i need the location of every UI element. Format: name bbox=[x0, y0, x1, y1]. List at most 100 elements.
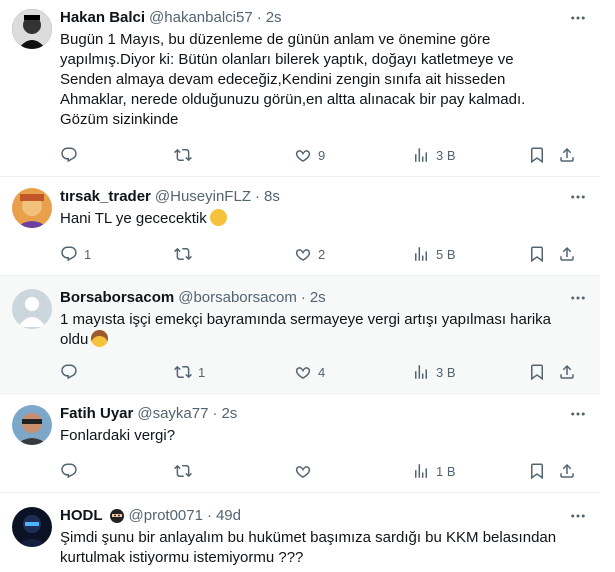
reply-icon bbox=[61, 246, 77, 262]
views-count: 3 B bbox=[436, 364, 456, 380]
tweet-header: Fatih Uyar @sayka77 · 2s bbox=[60, 404, 588, 424]
tweet-header: Hakan Balci @hakanbalci57 · 2s bbox=[60, 8, 588, 28]
display-name[interactable]: tırsak_trader bbox=[60, 187, 151, 207]
share-button[interactable] bbox=[558, 244, 576, 264]
thinking-face-emoji bbox=[209, 209, 227, 226]
like-button[interactable]: 4 bbox=[294, 362, 325, 382]
more-icon[interactable] bbox=[568, 8, 588, 28]
tweet[interactable]: Hakan Balci @hakanbalci57 · 2s Bugün 1 M… bbox=[0, 0, 600, 177]
tweet[interactable]: HODL @prot0071 · 49d Şimdi şunu bir anla… bbox=[0, 493, 600, 572]
like-button[interactable]: 9 bbox=[294, 145, 325, 165]
retweet-icon bbox=[174, 464, 192, 478]
more-icon[interactable] bbox=[568, 506, 588, 526]
bookmark-button[interactable] bbox=[528, 145, 546, 165]
views-count: 1 B bbox=[436, 463, 456, 479]
tweet-text: Şimdi şunu bir anlayalım bu hukümet başı… bbox=[60, 529, 557, 566]
timestamp[interactable]: 49d bbox=[216, 506, 241, 526]
views-icon bbox=[415, 148, 427, 162]
share-icon bbox=[560, 463, 574, 478]
bookmark-button[interactable] bbox=[528, 461, 546, 481]
tweet-text: 1 mayısta işçi emekçi bayramında sermaye… bbox=[60, 310, 588, 350]
views-icon bbox=[415, 247, 427, 261]
like-icon bbox=[295, 150, 311, 162]
reply-icon bbox=[61, 147, 77, 163]
retweet-count: 1 bbox=[198, 364, 206, 380]
timeline: Hakan Balci @hakanbalci57 · 2s Bugün 1 M… bbox=[0, 0, 600, 572]
reply-icon bbox=[61, 364, 77, 380]
avatar[interactable] bbox=[12, 405, 52, 445]
user-handle[interactable]: @sayka77 bbox=[137, 404, 208, 424]
reply-button[interactable]: 1 bbox=[60, 244, 91, 264]
retweet-icon bbox=[174, 247, 192, 261]
like-icon bbox=[295, 367, 311, 379]
views-icon bbox=[415, 365, 427, 379]
more-icon[interactable] bbox=[568, 404, 588, 424]
views-icon bbox=[415, 464, 427, 478]
more-icon[interactable] bbox=[568, 288, 588, 308]
like-count: 4 bbox=[318, 364, 326, 380]
bookmark-icon bbox=[531, 246, 543, 263]
separator: · bbox=[256, 9, 262, 26]
reply-button[interactable] bbox=[60, 362, 84, 382]
bookmark-button[interactable] bbox=[528, 244, 546, 264]
user-handle[interactable]: @prot0071 bbox=[129, 506, 203, 526]
tweet-text: Fonlardaki vergi? bbox=[60, 427, 176, 444]
like-button[interactable] bbox=[294, 461, 318, 481]
tweet[interactable]: Fatih Uyar @sayka77 · 2s Fonlardaki verg… bbox=[0, 394, 600, 493]
tweet-header: tırsak_trader @HuseyinFLZ · 8s bbox=[60, 187, 588, 207]
retweet-button[interactable] bbox=[174, 145, 198, 165]
retweet-icon bbox=[174, 365, 192, 379]
display-name[interactable]: Hakan Balci bbox=[60, 8, 145, 28]
avatar[interactable] bbox=[12, 188, 52, 228]
retweet-button[interactable] bbox=[174, 461, 198, 481]
like-button[interactable]: 2 bbox=[294, 244, 325, 264]
retweet-icon bbox=[174, 148, 192, 162]
tweet-header: Borsaborsacom @borsaborsacom · 2s bbox=[60, 288, 588, 308]
timestamp[interactable]: 2s bbox=[310, 288, 326, 308]
avatar[interactable] bbox=[12, 289, 52, 329]
reply-button[interactable] bbox=[60, 145, 84, 165]
avatar[interactable] bbox=[12, 9, 52, 49]
share-button[interactable] bbox=[558, 461, 576, 481]
user-handle[interactable]: @hakanbalci57 bbox=[149, 8, 253, 28]
user-handle[interactable]: @HuseyinFLZ bbox=[155, 187, 251, 207]
timestamp[interactable]: 8s bbox=[264, 187, 280, 207]
share-icon bbox=[560, 147, 574, 162]
separator: · bbox=[206, 507, 212, 524]
user-handle[interactable]: @borsaborsacom bbox=[178, 288, 297, 308]
reply-icon bbox=[61, 463, 77, 479]
views-button[interactable]: 3 B bbox=[412, 362, 456, 382]
display-name[interactable]: HODL bbox=[60, 506, 103, 526]
share-button[interactable] bbox=[558, 145, 576, 165]
tweet-header: HODL @prot0071 · 49d bbox=[60, 506, 588, 526]
like-icon bbox=[295, 249, 311, 261]
separator: · bbox=[300, 289, 306, 306]
retweet-button[interactable] bbox=[174, 244, 198, 264]
timestamp[interactable]: 2s bbox=[266, 8, 282, 28]
views-button[interactable]: 1 B bbox=[412, 461, 456, 481]
tweet[interactable]: Borsaborsacom @borsaborsacom · 2s 1 mayı… bbox=[0, 276, 600, 394]
tweet-text-body: Hani TL ye gececektik bbox=[60, 210, 207, 227]
tweet-text: Hani TL ye gececektik bbox=[60, 209, 588, 229]
views-button[interactable]: 5 B bbox=[412, 244, 456, 264]
bookmark-button[interactable] bbox=[528, 362, 546, 382]
reply-button[interactable] bbox=[60, 461, 84, 481]
like-icon bbox=[295, 466, 311, 478]
views-count: 3 B bbox=[436, 147, 456, 163]
display-name[interactable]: Borsaborsacom bbox=[60, 288, 174, 308]
like-count: 2 bbox=[318, 246, 326, 262]
ninja-icon bbox=[109, 508, 125, 524]
avatar[interactable] bbox=[12, 507, 52, 547]
share-button[interactable] bbox=[558, 362, 576, 382]
tweet-text-body: 1 mayısta işçi emekçi bayramında sermaye… bbox=[60, 311, 552, 348]
reply-count: 1 bbox=[84, 246, 92, 262]
retweet-button[interactable]: 1 bbox=[174, 362, 205, 382]
separator: · bbox=[212, 405, 218, 422]
display-name[interactable]: Fatih Uyar bbox=[60, 404, 133, 424]
bookmark-icon bbox=[531, 147, 543, 164]
views-button[interactable]: 3 B bbox=[412, 145, 456, 165]
more-icon[interactable] bbox=[568, 187, 588, 207]
timestamp[interactable]: 2s bbox=[221, 404, 237, 424]
bookmark-icon bbox=[531, 463, 543, 480]
tweet[interactable]: tırsak_trader @HuseyinFLZ · 8s Hani TL y… bbox=[0, 177, 600, 276]
